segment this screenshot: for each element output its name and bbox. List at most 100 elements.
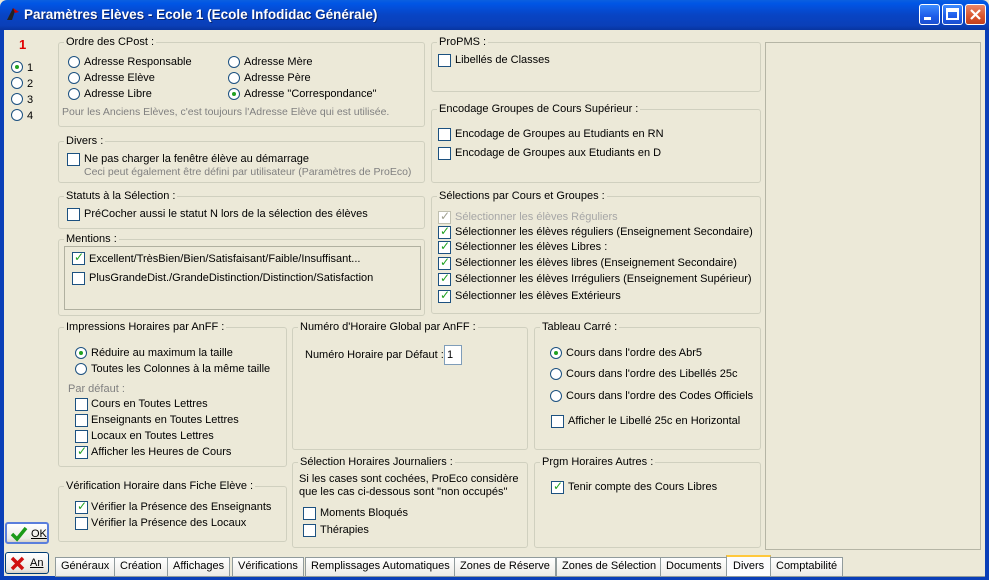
prgm-group: Prgm Horaires Autres : <box>534 456 761 548</box>
school-radio-label: 2 <box>27 78 34 90</box>
selections-option-label: Sélectionner les élèves Extérieurs <box>455 290 621 302</box>
minimize-button[interactable] <box>919 4 940 25</box>
verification-checkbox-enseignants[interactable] <box>75 499 88 514</box>
maximize-button[interactable] <box>942 4 963 25</box>
verification-title: Vérification Horaire dans Fiche Elève : <box>64 480 256 493</box>
cpost-radio-eleve[interactable] <box>68 72 80 84</box>
cpost-radio-libre[interactable] <box>68 88 80 100</box>
school-radio-2[interactable] <box>11 77 23 89</box>
school-number: 1 <box>19 37 27 52</box>
carre-radio-libelles[interactable] <box>550 368 562 380</box>
tab-zones-reserve[interactable]: Zones de Réserve <box>454 557 556 576</box>
encodage-checkbox-rn[interactable] <box>438 128 451 141</box>
carre-radio-label: Cours dans l'ordre des Codes Officiels <box>566 390 754 402</box>
impressions-default-label: Par défaut : <box>68 383 125 395</box>
cpost-option-label: Adresse "Correspondance" <box>244 88 377 100</box>
mentions-option-label: Excellent/TrèsBien/Bien/Satisfaisant/Fai… <box>89 253 361 265</box>
school-radio-3[interactable] <box>11 93 23 105</box>
carre-radio-codes[interactable] <box>550 390 562 402</box>
encodage-group: Encodage Groupes de Cours Supérieur : <box>431 103 761 183</box>
divers-checkbox[interactable] <box>67 153 80 166</box>
verification-checkbox-locaux[interactable] <box>75 517 88 530</box>
tab-comptabilite[interactable]: Comptabilité <box>770 557 844 576</box>
selections-checkbox-libres-secondaire[interactable] <box>438 255 451 270</box>
minimize-icon <box>924 17 931 20</box>
impressions-title: Impressions Horaires par AnFF : <box>64 321 227 334</box>
carre-radio-abr5[interactable] <box>550 347 562 359</box>
maximize-icon <box>946 8 959 20</box>
propms-checkbox[interactable] <box>438 54 451 67</box>
statuts-title: Statuts à la Sélection : <box>64 190 178 203</box>
encodage-checkbox-d[interactable] <box>438 147 451 160</box>
statuts-checkbox[interactable] <box>67 208 80 221</box>
impressions-radio-reduire[interactable] <box>75 347 87 359</box>
cpost-radio-pere[interactable] <box>228 72 240 84</box>
encodage-option-label: Encodage de Groupes au Etudiants en RN <box>455 128 664 140</box>
mentions-checkbox-2[interactable] <box>72 272 85 285</box>
numero-horaire-input[interactable] <box>444 345 462 365</box>
tab-affichages[interactable]: Affichages <box>167 557 231 576</box>
tab-baseline <box>55 576 985 577</box>
tab-remplissages[interactable]: Remplissages Automatiques <box>305 557 456 576</box>
cpost-radio-correspondance[interactable] <box>228 88 240 100</box>
impressions-check-label: Afficher les Heures de Cours <box>91 446 232 458</box>
tab-generaux[interactable]: Généraux <box>55 557 116 576</box>
close-icon <box>970 9 981 20</box>
impressions-radio-label: Toutes les Colonnes à la même taille <box>91 363 271 375</box>
mentions-checkbox-1[interactable] <box>72 250 85 265</box>
tab-zones-selection[interactable]: Zones de Sélection <box>556 557 663 576</box>
tab-verifications[interactable]: Vérifications <box>232 557 304 576</box>
selections-checkbox-irreguliers[interactable] <box>438 271 451 286</box>
propms-title: ProPMS : <box>437 36 489 49</box>
ok-button[interactable]: OK <box>5 522 49 544</box>
cpost-option-label: Adresse Père <box>244 72 311 84</box>
impressions-radio-label: Réduire au maximum la taille <box>91 347 233 359</box>
cpost-radio-mere[interactable] <box>228 56 240 68</box>
impressions-check-label: Locaux en Toutes Lettres <box>91 430 214 442</box>
cancel-button[interactable]: An <box>5 552 49 574</box>
carre-check-label: Afficher le Libellé 25c en Horizontal <box>568 415 741 427</box>
encodage-title: Encodage Groupes de Cours Supérieur : <box>437 103 641 116</box>
impressions-checkbox-heures[interactable] <box>75 444 88 459</box>
cpost-option-label: Adresse Mère <box>244 56 313 68</box>
prgm-checkbox-cours-libres[interactable] <box>551 479 564 494</box>
selections-checkbox-exterieurs[interactable] <box>438 288 451 303</box>
selections-option-label: Sélectionner les élèves Réguliers <box>455 211 618 223</box>
close-button[interactable] <box>965 4 986 25</box>
cpost-option-label: Adresse Elève <box>84 72 155 84</box>
mentions-option-label: PlusGrandeDist./GrandeDistinction/Distin… <box>89 272 374 284</box>
impressions-checkbox-cours[interactable] <box>75 398 88 411</box>
selections-checkbox-reguliers[interactable] <box>438 209 451 224</box>
school-radio-1[interactable] <box>11 61 23 73</box>
tab-divers[interactable]: Divers <box>726 555 772 576</box>
propms-option-label: Libellés de Classes <box>455 54 550 66</box>
selections-checkbox-reguliers-secondaire[interactable] <box>438 224 451 239</box>
carre-checkbox-horizontal[interactable] <box>551 415 564 428</box>
impressions-checkbox-enseignants[interactable] <box>75 414 88 427</box>
propms-group: ProPMS : <box>431 36 761 92</box>
cpost-radio-responsable[interactable] <box>68 56 80 68</box>
check-icon <box>10 526 28 542</box>
divers-note: Ceci peut également être défini par util… <box>84 166 412 178</box>
cpost-option-label: Adresse Responsable <box>84 56 192 68</box>
impressions-check-label: Enseignants en Toutes Lettres <box>91 414 239 426</box>
prgm-check-label: Tenir compte des Cours Libres <box>568 481 718 493</box>
journaliers-checkbox-moments[interactable] <box>303 507 316 520</box>
window-frame-right <box>985 30 989 580</box>
cpost-option-label: Adresse Libre <box>84 88 152 100</box>
numero-title: Numéro d'Horaire Global par AnFF : <box>298 321 478 334</box>
carre-title: Tableau Carré : <box>540 321 620 334</box>
tab-creation[interactable]: Création <box>114 557 168 576</box>
numero-group: Numéro d'Horaire Global par AnFF : <box>292 321 528 450</box>
selections-checkbox-libres[interactable] <box>438 239 451 254</box>
impressions-radio-meme-taille[interactable] <box>75 363 87 375</box>
impressions-check-label: Cours en Toutes Lettres <box>91 398 208 410</box>
window-frame-left <box>0 30 4 580</box>
tab-documents[interactable]: Documents <box>660 557 728 576</box>
carre-radio-label: Cours dans l'ordre des Libellés 25c <box>566 368 738 380</box>
journaliers-note-line2: que les cas ci-dessous sont "non occupés… <box>299 486 508 498</box>
impressions-checkbox-locaux[interactable] <box>75 430 88 443</box>
cross-icon <box>10 556 25 571</box>
school-radio-4[interactable] <box>11 109 23 121</box>
journaliers-checkbox-therapies[interactable] <box>303 524 316 537</box>
